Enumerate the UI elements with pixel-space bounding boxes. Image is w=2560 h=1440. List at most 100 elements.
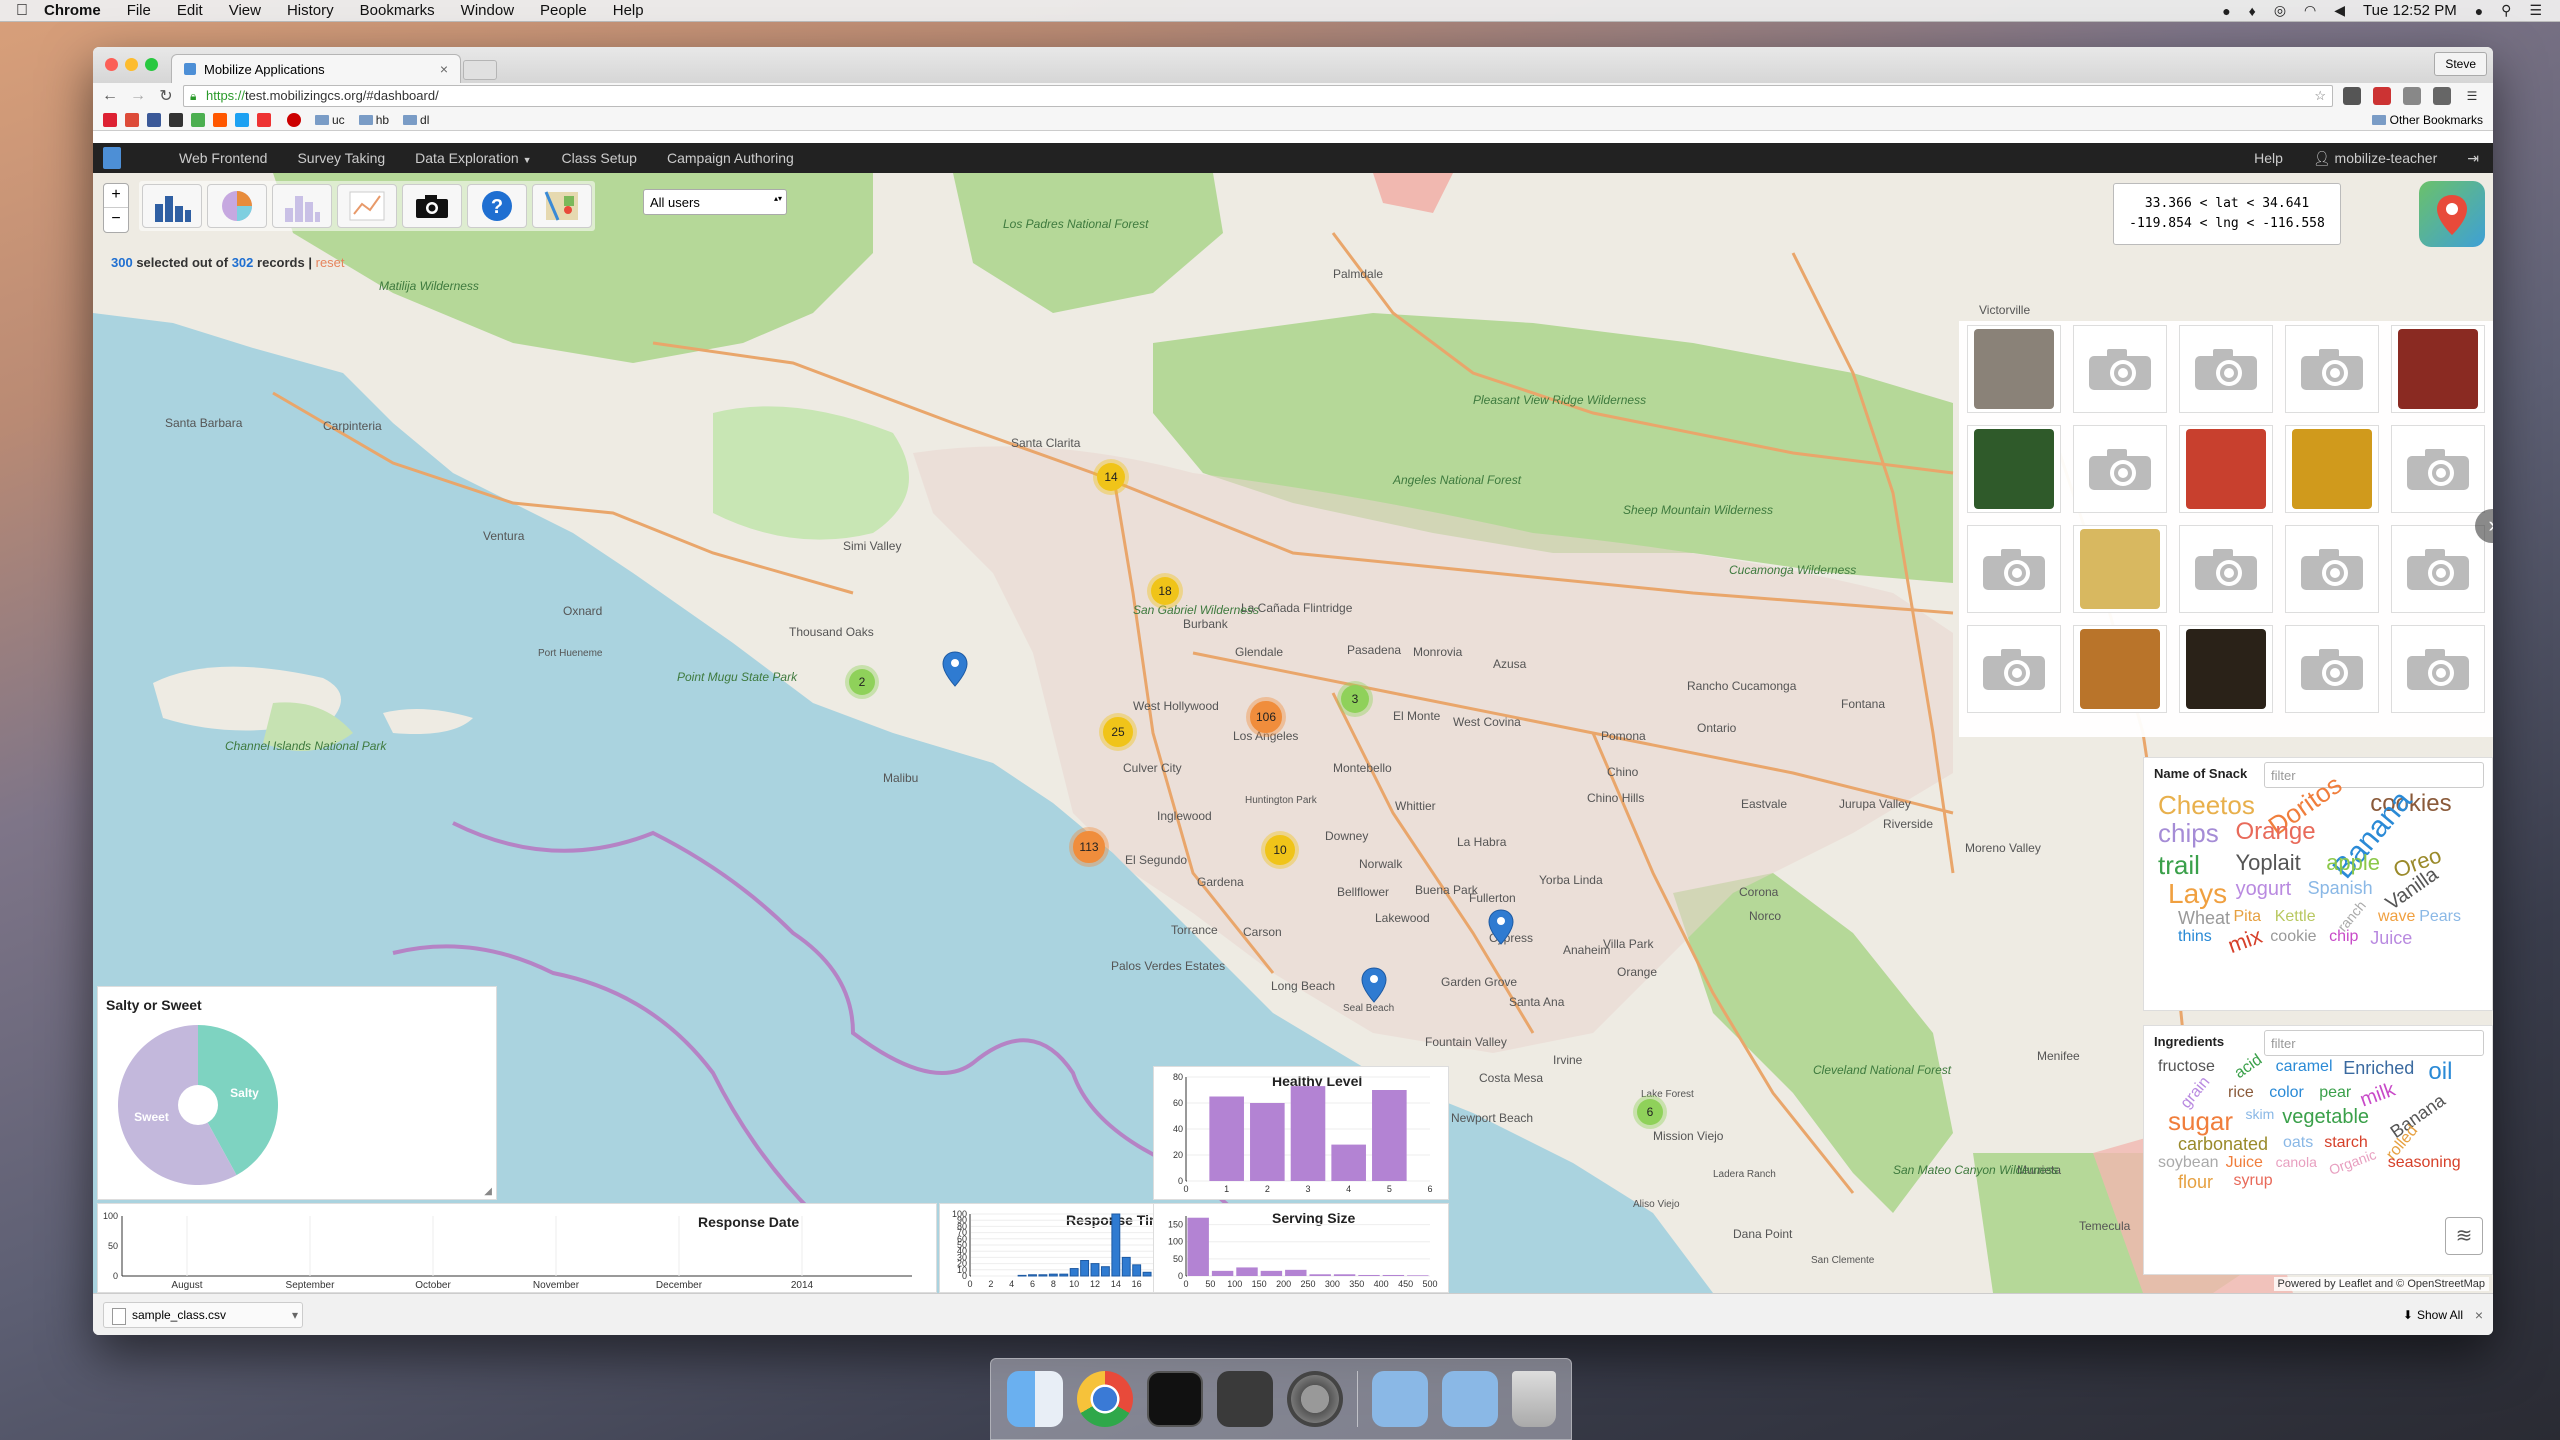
other-bookmarks[interactable]: Other Bookmarks xyxy=(2372,113,2483,127)
resize-handle-icon[interactable]: ◢ xyxy=(484,1186,492,1197)
cloud-word[interactable]: acid xyxy=(2232,1051,2266,1083)
cloud-word[interactable]: oil xyxy=(2428,1058,2452,1086)
github-bookmark-icon[interactable] xyxy=(169,112,183,127)
cloud-word[interactable]: pear xyxy=(2319,1084,2351,1102)
bookmark-folder-uc[interactable]: uc xyxy=(315,113,345,127)
nav-class-setup[interactable]: Class Setup xyxy=(561,150,636,166)
minimize-window-button[interactable] xyxy=(125,58,138,71)
healthy-level-chart[interactable]: 0 20 40 60 80 0 1 2 3 4 5 6 xyxy=(1154,1067,1450,1201)
map-cluster[interactable]: 18 xyxy=(1147,573,1183,609)
menu-window[interactable]: Window xyxy=(461,2,514,19)
cloud-word[interactable]: chip xyxy=(2329,928,2358,946)
photo-placeholder[interactable] xyxy=(2391,525,2485,613)
bookmark-icon[interactable] xyxy=(235,112,249,127)
photo-thumbnail[interactable] xyxy=(2179,625,2273,713)
cloud-word[interactable]: Spanish xyxy=(2308,878,2373,899)
gmail-bookmark-icon[interactable] xyxy=(103,112,117,127)
nav-user[interactable]: 👤︎ mobilize-teacher xyxy=(2313,150,2437,167)
nav-help[interactable]: Help xyxy=(2254,150,2283,166)
close-downloads-icon[interactable]: × xyxy=(2475,1307,2483,1323)
photo-thumbnail[interactable] xyxy=(2073,525,2167,613)
map-marker-icon[interactable] xyxy=(942,651,968,687)
google-plus-bookmark-icon[interactable] xyxy=(125,112,139,127)
spotlight-icon[interactable]: ⚲ xyxy=(2501,2,2511,19)
downloads-folder-icon[interactable] xyxy=(1441,1371,1498,1427)
cloud-word[interactable]: Lays xyxy=(2168,878,2227,910)
facebook-bookmark-icon[interactable] xyxy=(147,112,161,127)
photo-placeholder[interactable] xyxy=(1967,625,2061,713)
users-select[interactable]: All users xyxy=(643,189,787,215)
snack-filter-input[interactable]: filter xyxy=(2264,762,2484,788)
wifi-icon[interactable]: ◠ xyxy=(2304,2,2316,19)
trash-icon[interactable] xyxy=(1511,1371,1556,1427)
clock[interactable]: Tue 12:52 PM xyxy=(2363,2,2457,19)
star-icon[interactable]: ☆ xyxy=(2314,86,2326,106)
bar-chart-toggle[interactable] xyxy=(142,184,202,228)
photo-placeholder[interactable] xyxy=(2285,525,2379,613)
timeline-toggle[interactable] xyxy=(337,184,397,228)
menu-icon[interactable]: ☰ xyxy=(2463,87,2481,105)
browser-tab[interactable]: Mobilize Applications × xyxy=(171,54,461,83)
response-date-chart[interactable]: 0 50 100 August September October November Dece… xyxy=(98,1204,938,1293)
photo-thumbnail[interactable] xyxy=(2073,625,2167,713)
map-cluster[interactable]: 106 xyxy=(1246,697,1286,737)
profile-button[interactable]: Steve xyxy=(2434,52,2487,76)
menu-history[interactable]: History xyxy=(287,2,334,19)
cloud-word[interactable]: Wheat xyxy=(2178,908,2230,929)
photo-placeholder[interactable] xyxy=(2179,525,2273,613)
photo-placeholder[interactable] xyxy=(2179,325,2273,413)
cloud-word[interactable]: yogurt xyxy=(2236,878,2292,901)
cloud-word[interactable]: thins xyxy=(2178,928,2212,946)
cloud-word[interactable]: Cheetos xyxy=(2158,790,2255,821)
photo-placeholder[interactable] xyxy=(2073,425,2167,513)
cloud-word[interactable]: Kettle xyxy=(2275,908,2316,926)
pinterest-bookmark-icon[interactable] xyxy=(287,112,301,127)
map-cluster[interactable]: 6 xyxy=(1633,1095,1667,1129)
applications-folder-icon[interactable] xyxy=(1371,1371,1428,1427)
cloud-word[interactable]: Pears xyxy=(2419,908,2461,926)
pie-chart[interactable]: Salty Sweet xyxy=(98,987,498,1201)
logout-icon[interactable]: ⇥ xyxy=(2467,150,2479,167)
cloud-word[interactable]: Orange xyxy=(2236,818,2316,846)
nav-survey-taking[interactable]: Survey Taking xyxy=(297,150,385,166)
extension-icon[interactable] xyxy=(2433,87,2451,105)
cloud-word[interactable]: Yoplait xyxy=(2236,850,2301,876)
adblock-icon[interactable] xyxy=(2373,87,2391,105)
close-window-button[interactable] xyxy=(105,58,118,71)
system-preferences-icon[interactable] xyxy=(1286,1371,1343,1427)
map-cluster[interactable]: 14 xyxy=(1093,459,1129,495)
zoom-out-button[interactable]: − xyxy=(104,208,128,232)
photo-placeholder[interactable] xyxy=(2073,325,2167,413)
photo-placeholder[interactable] xyxy=(2285,625,2379,713)
ingredients-filter-input[interactable]: filter xyxy=(2264,1030,2484,1056)
layers-button[interactable]: ≋ xyxy=(2445,1217,2483,1255)
show-all-downloads-button[interactable]: ⬇ Show All xyxy=(2403,1308,2463,1322)
chrome-icon[interactable] xyxy=(1076,1371,1133,1427)
photo-thumbnail[interactable] xyxy=(1967,325,2061,413)
cloud-word[interactable]: rice xyxy=(2228,1084,2254,1102)
cloud-word[interactable]: seasoning xyxy=(2388,1154,2461,1172)
map-marker-icon[interactable] xyxy=(1361,967,1387,1003)
serving-size-chart[interactable]: 0 50 100 150 0 50 100 150 200 250 300 350 400 450 500 xyxy=(1154,1204,1450,1293)
forward-icon[interactable]: → xyxy=(127,87,149,105)
map-cluster[interactable]: 10 xyxy=(1261,831,1299,869)
nav-campaign-authoring[interactable]: Campaign Authoring xyxy=(667,150,794,166)
cloud-word[interactable]: vegetable xyxy=(2282,1106,2369,1129)
nav-data-exploration[interactable]: Data Exploration ▼ xyxy=(415,150,531,166)
cloud-word[interactable]: cookie xyxy=(2270,928,2316,946)
menu-help[interactable]: Help xyxy=(613,2,644,19)
cloud-word[interactable]: canola xyxy=(2276,1154,2317,1170)
cloud-word[interactable]: soybean xyxy=(2158,1154,2219,1172)
cloud-word[interactable]: wave xyxy=(2378,908,2415,926)
sync-icon[interactable]: ◎ xyxy=(2274,2,2286,19)
terminal-icon[interactable] xyxy=(1146,1371,1203,1427)
photo-thumbnail[interactable] xyxy=(2391,325,2485,413)
notification-icon[interactable]: ♦ xyxy=(2249,3,2256,19)
map-marker-icon[interactable] xyxy=(1488,909,1514,945)
cloud-word[interactable]: sugar xyxy=(2168,1106,2233,1137)
cloud-word[interactable]: mix xyxy=(2225,923,2266,959)
bookmark-icon[interactable] xyxy=(257,112,271,127)
address-bar[interactable]: 🔒︎ https://test.mobilizingcs.org/#dashbo… xyxy=(183,85,2333,107)
app-menu[interactable]: Chrome xyxy=(44,2,101,19)
nav-web-frontend[interactable]: Web Frontend xyxy=(179,150,267,166)
